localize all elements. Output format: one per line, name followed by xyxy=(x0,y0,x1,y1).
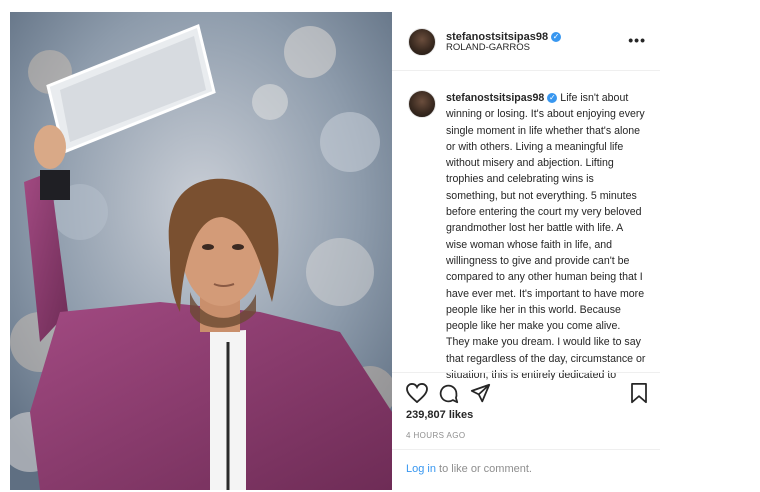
verified-icon: ✓ xyxy=(547,93,558,103)
post-timestamp[interactable]: 4 HOURS AGO xyxy=(406,431,466,440)
login-link[interactable]: Log in xyxy=(406,463,436,475)
more-icon[interactable]: ••• xyxy=(628,32,646,48)
caption-text: stefanostsitsipas98 ✓ Life isn't about wi… xyxy=(446,90,646,380)
share-icon[interactable] xyxy=(470,383,491,404)
likes-count[interactable]: 239,807 likes xyxy=(406,409,473,421)
post-actions: 239,807 likes 4 HOURS AGO Log in to like… xyxy=(392,372,660,491)
player-photo-illustration xyxy=(10,12,392,490)
post-photo[interactable] xyxy=(10,12,392,490)
post-header: stefanostsitsipas98 ✓ ROLAND-GARROS ••• xyxy=(392,12,660,71)
caption-avatar[interactable] xyxy=(408,90,436,118)
caption-body: Life isn't about winning or losing. It's… xyxy=(446,92,646,380)
avatar[interactable] xyxy=(408,28,436,56)
comment-icon[interactable] xyxy=(438,383,459,404)
bookmark-icon[interactable] xyxy=(630,383,648,404)
heart-icon[interactable] xyxy=(406,383,428,403)
location-link[interactable]: ROLAND-GARROS xyxy=(446,42,530,53)
login-prompt: Log in to like or comment. xyxy=(406,463,532,475)
login-prompt-text: to like or comment. xyxy=(435,463,532,475)
verified-icon: ✓ xyxy=(551,32,562,42)
caption-username[interactable]: stefanostsitsipas98 xyxy=(446,92,544,104)
login-footer: Log in to like or comment. xyxy=(392,449,660,492)
post-sidebar: stefanostsitsipas98 ✓ ROLAND-GARROS ••• s… xyxy=(392,12,660,490)
